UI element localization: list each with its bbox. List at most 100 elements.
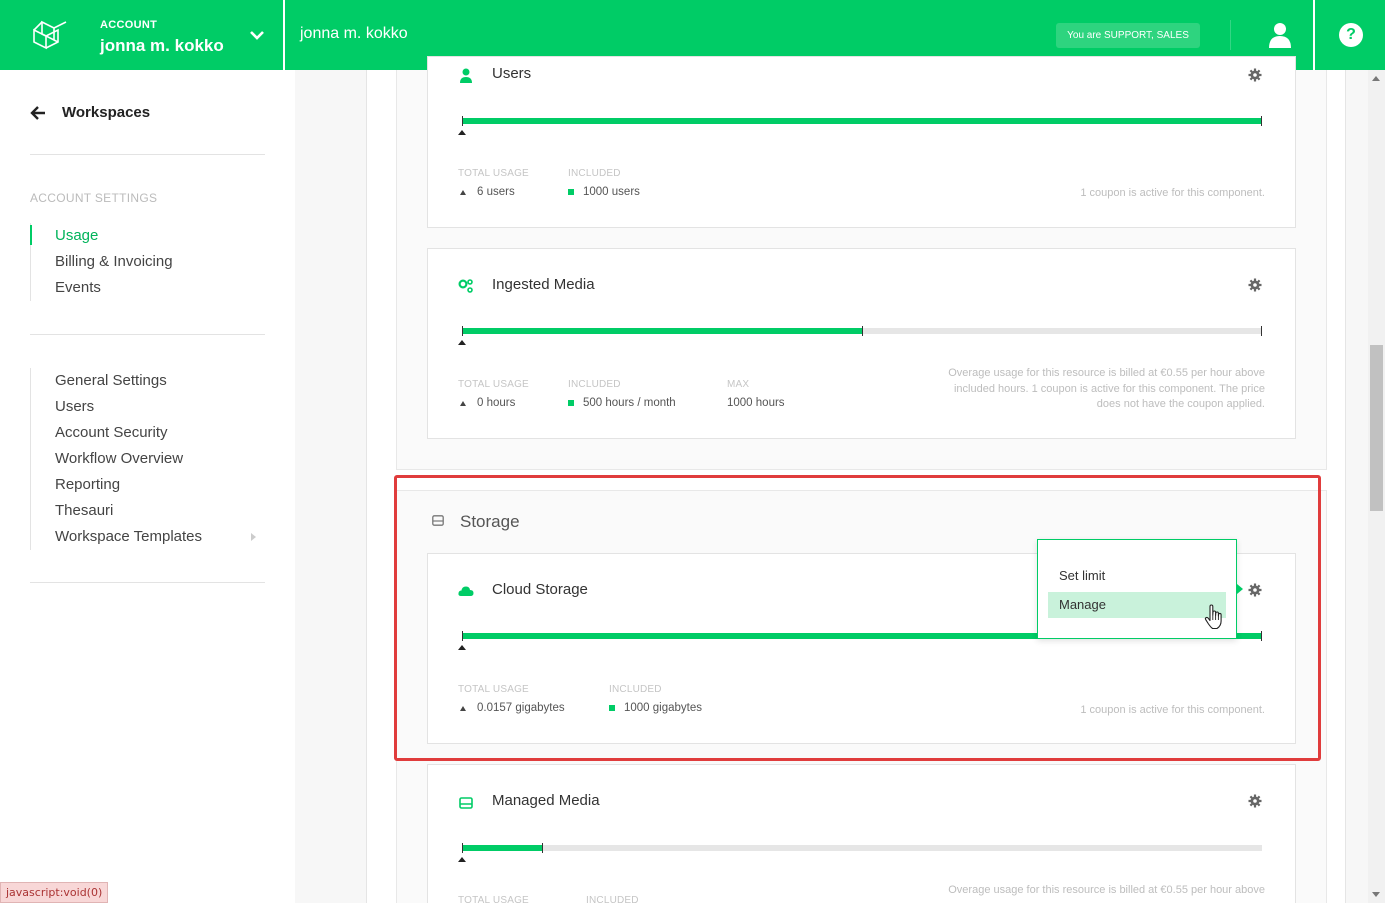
bar-fill (462, 118, 1262, 124)
bar-tick (542, 843, 543, 853)
arrow-left-icon (30, 105, 45, 120)
stat-value: 0 hours (458, 397, 529, 409)
stat-total-usage: TOTAL USAGE 6 users (458, 168, 529, 198)
divider (30, 154, 265, 155)
overage-note: Overage usage for this resource is bille… (948, 366, 1265, 413)
scrollbar-thumb[interactable] (1370, 345, 1383, 511)
stat-value: 6 users (458, 186, 529, 198)
gear-icon[interactable] (1248, 68, 1262, 82)
gear-icon[interactable] (1248, 278, 1262, 292)
bar-fill (462, 845, 542, 851)
stat-value: 500 hours / month (568, 397, 676, 409)
note-line: does not have the coupon applied. (1096, 398, 1265, 410)
scroll-up-icon[interactable] (1372, 76, 1380, 81)
menu-item-manage[interactable]: Manage (1048, 592, 1226, 618)
bar-tick (1261, 326, 1262, 336)
sidebar: Workspaces ACCOUNT SETTINGS Usage Billin… (0, 70, 295, 903)
gears-icon (458, 279, 473, 293)
stat-included: INCLUDED 500 hours / month (568, 379, 676, 409)
stat-label: INCLUDED (568, 379, 621, 390)
hard-drive-icon (459, 797, 473, 809)
nav-item-thesauri[interactable]: Thesauri (31, 498, 266, 524)
user-icon[interactable] (1268, 22, 1292, 48)
page-title: jonna m. kokko (300, 25, 408, 42)
nav-item-workspace-templates[interactable]: Workspace Templates (31, 524, 266, 550)
usage-marker-icon (458, 857, 466, 862)
help-area: ? (1313, 0, 1385, 70)
help-icon[interactable]: ? (1339, 23, 1363, 47)
nav-item-usage[interactable]: Usage (30, 223, 266, 249)
role-badge: You are SUPPORT, SALES (1056, 23, 1200, 48)
divider (30, 334, 265, 335)
scroll-down-icon[interactable] (1372, 892, 1380, 897)
nav-item-account-security[interactable]: Account Security (31, 420, 266, 446)
nav-workspace-settings: General Settings Users Account Security … (30, 368, 266, 550)
section-label: ACCOUNT SETTINGS (30, 191, 158, 205)
stat-value: 1000 hours (727, 397, 785, 409)
bar-fill (462, 328, 862, 334)
stat-max: MAX 1000 hours (727, 379, 785, 409)
chevron-down-icon[interactable] (249, 28, 265, 42)
note-line: Overage usage for this resource is bille… (948, 367, 1265, 379)
gear-icon[interactable] (1248, 794, 1262, 808)
card-title: Users (492, 65, 532, 82)
stat-label: TOTAL USAGE (458, 895, 529, 903)
triangle-up-icon (460, 189, 466, 195)
stat-label: INCLUDED (568, 168, 621, 179)
stat-value-text: 0 hours (477, 397, 516, 409)
square-icon (568, 400, 574, 406)
nav-item-workflow-overview[interactable]: Workflow Overview (31, 446, 266, 472)
back-to-workspaces-link[interactable]: Workspaces (30, 104, 150, 121)
usage-card-managed-media: Managed Media TOTAL USAGE INCLUDED Overa… (427, 764, 1296, 903)
bar-tick (862, 326, 863, 336)
scrollbar[interactable] (1368, 70, 1385, 903)
nav-item-reporting[interactable]: Reporting (31, 472, 266, 498)
bar-tick (1261, 116, 1262, 126)
account-label: ACCOUNT (100, 19, 158, 31)
note-line: included hours. 1 coupon is active for t… (953, 382, 1265, 395)
usage-marker-icon (458, 130, 466, 135)
usage-card-ingested-media: Ingested Media TOTAL USAGE 0 hours INCLU… (427, 248, 1296, 439)
usage-bar (458, 326, 1262, 345)
bar-track (462, 845, 1262, 851)
caret-right-icon (251, 533, 256, 541)
stat-total-usage: TOTAL USAGE 0 hours (458, 379, 529, 409)
user-icon (460, 68, 472, 83)
status-bar-url: javascript:void(0) (0, 882, 109, 903)
nav-item-users[interactable]: Users (31, 394, 266, 420)
card-title: Managed Media (492, 792, 600, 809)
bar-tick (462, 326, 463, 336)
bar-tick (462, 116, 463, 126)
coupon-note: 1 coupon is active for this component. (1080, 187, 1265, 199)
account-name: jonna m. kokko (100, 36, 224, 55)
hand-cursor-icon (1204, 604, 1222, 630)
bar-tick (462, 843, 463, 853)
note-line: Overage usage for this resource is bille… (948, 884, 1265, 896)
nav-item-label: Workspace Templates (55, 528, 203, 545)
stat-included: INCLUDED 1000 users (568, 168, 640, 198)
logo-icon (33, 20, 67, 50)
nav-item-events[interactable]: Events (31, 275, 266, 301)
usage-bar (458, 116, 1262, 135)
stat-label: TOTAL USAGE (458, 168, 529, 179)
stat-total-usage: TOTAL USAGE (458, 895, 529, 903)
stat-value-text: 500 hours / month (583, 397, 676, 409)
stat-included: INCLUDED (586, 895, 639, 903)
nav-item-billing[interactable]: Billing & Invoicing (31, 249, 266, 275)
overage-note: Overage usage for this resource is bille… (948, 883, 1265, 899)
stat-label: INCLUDED (586, 895, 639, 903)
nav-account-settings: Usage Billing & Invoicing Events (30, 223, 266, 301)
back-label: Workspaces (62, 104, 151, 121)
card-title: Ingested Media (492, 276, 595, 293)
usage-bar (458, 843, 1262, 862)
usage-card-users: Users TOTAL USAGE 6 users INCLUDED 1000 … (427, 56, 1296, 228)
stat-value-text: 1000 users (583, 186, 640, 198)
usage-marker-icon (458, 340, 466, 345)
square-icon (568, 189, 574, 195)
stat-label: MAX (727, 379, 750, 390)
nav-item-general-settings[interactable]: General Settings (31, 368, 266, 394)
account-switcher[interactable]: ACCOUNT jonna m. kokko (0, 0, 285, 70)
menu-pointer (1237, 584, 1243, 594)
stat-value-text: 6 users (477, 186, 515, 198)
menu-item-set-limit[interactable]: Set limit (1048, 563, 1226, 589)
